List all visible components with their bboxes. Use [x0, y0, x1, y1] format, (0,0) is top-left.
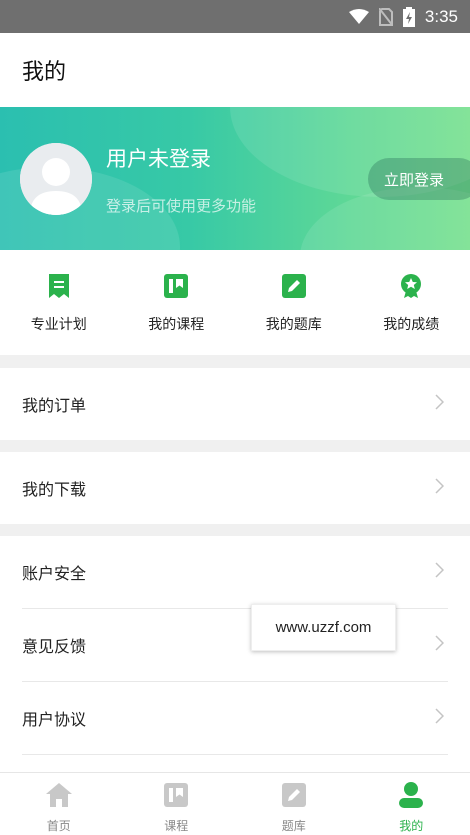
wifi-icon	[348, 8, 369, 25]
menu-item-feedback[interactable]: 意见反馈	[0, 609, 470, 681]
menu-item-label: 账户安全	[22, 564, 87, 583]
quick-action-plan[interactable]: 专业计划	[0, 250, 118, 355]
menu-item-label: 用户协议	[22, 710, 87, 729]
tab-question-bank[interactable]: 题库	[235, 773, 353, 835]
menu-item-label: 意见反馈	[22, 637, 87, 656]
quick-action-label: 我的课程	[148, 317, 205, 333]
profile-icon	[397, 781, 425, 809]
menu-item-label: 我的订单	[22, 396, 87, 415]
watermark-label: www.uzzf.com	[251, 604, 396, 651]
login-hint: 登录后可使用更多功能	[106, 197, 257, 215]
bottom-tab-bar: 首页 课程 题库 我的	[0, 772, 470, 835]
avatar[interactable]	[20, 143, 92, 215]
quick-action-question-bank[interactable]: 我的题库	[235, 250, 353, 355]
score-icon	[397, 272, 425, 300]
section-divider	[0, 355, 470, 368]
chevron-right-icon	[435, 708, 445, 728]
tab-label: 我的	[399, 819, 424, 833]
plan-icon	[45, 272, 73, 300]
chevron-right-icon	[435, 635, 445, 655]
quick-action-label: 我的题库	[265, 317, 322, 333]
quick-actions: 专业计划 我的课程 我的题库 我的成绩	[0, 250, 470, 355]
home-icon	[45, 781, 73, 809]
tab-label: 题库	[281, 819, 306, 833]
tab-label: 首页	[46, 819, 71, 833]
chevron-right-icon	[435, 478, 445, 498]
section-divider	[0, 524, 470, 536]
tab-home[interactable]: 首页	[0, 773, 118, 835]
chevron-right-icon	[435, 562, 445, 582]
quick-action-label: 我的成绩	[383, 317, 440, 333]
no-sim-icon	[378, 7, 393, 26]
course-icon	[162, 272, 190, 300]
menu-item-orders[interactable]: 我的订单	[0, 368, 470, 440]
question-bank-icon	[280, 781, 308, 809]
row-divider	[22, 754, 448, 755]
user-name[interactable]: 用户未登录	[106, 143, 211, 173]
menu-item-label: 我的下载	[22, 480, 87, 499]
menu-item-user-agreement[interactable]: 用户协议	[0, 682, 470, 754]
course-icon	[162, 781, 190, 809]
battery-charging-icon	[402, 6, 415, 27]
login-button[interactable]: 立即登录	[368, 158, 470, 200]
section-divider	[0, 440, 470, 452]
quick-action-scores[interactable]: 我的成绩	[353, 250, 470, 355]
chevron-right-icon	[435, 394, 445, 414]
quick-action-label: 专业计划	[30, 317, 87, 333]
profile-banner: 用户未登录 登录后可使用更多功能 立即登录	[0, 107, 470, 250]
status-bar: 3:35	[0, 0, 470, 33]
app-header: 我的	[0, 33, 470, 107]
menu-item-account-security[interactable]: 账户安全	[0, 536, 470, 608]
default-avatar-icon	[20, 143, 92, 215]
tab-courses[interactable]: 课程	[118, 773, 236, 835]
menu-item-downloads[interactable]: 我的下载	[0, 452, 470, 524]
tab-label: 课程	[164, 819, 189, 833]
status-time: 3:35	[424, 6, 458, 26]
page-title: 我的	[22, 60, 67, 85]
question-bank-icon	[280, 272, 308, 300]
quick-action-courses[interactable]: 我的课程	[118, 250, 236, 355]
tab-profile[interactable]: 我的	[353, 773, 470, 835]
